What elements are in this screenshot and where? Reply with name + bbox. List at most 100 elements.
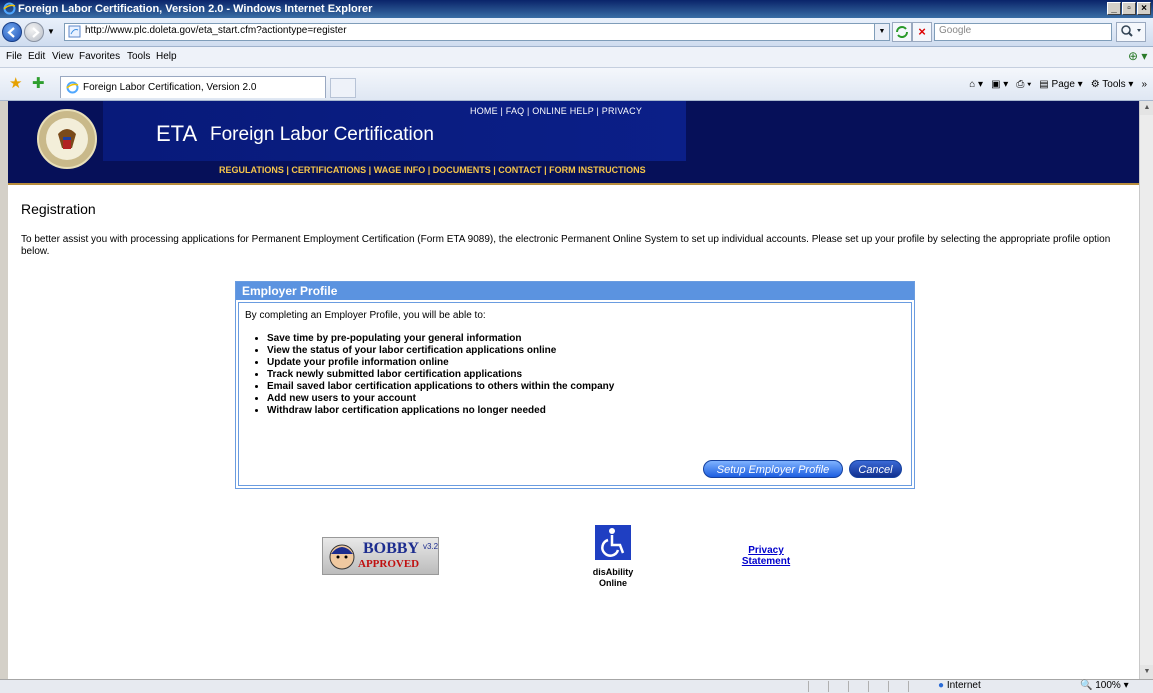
panel-body: By completing an Employer Profile, you w… — [238, 302, 912, 486]
scroll-up-arrow-icon[interactable]: ▲ — [1140, 101, 1153, 115]
address-dropdown[interactable]: ▼ — [874, 23, 890, 41]
status-segment — [808, 681, 827, 692]
disability-line1: disAbility — [592, 567, 634, 577]
site-header: ETA Foreign Labor Certification HOME | F… — [8, 101, 1139, 183]
benefits-list: Save time by pre-populating your general… — [247, 333, 614, 417]
stop-button[interactable]: × — [912, 22, 932, 42]
header-divider — [8, 183, 1139, 185]
globe-icon: ● — [938, 680, 945, 691]
top-nav-links[interactable]: HOME | FAQ | ONLINE HELP | PRIVACY — [470, 106, 642, 116]
menu-file[interactable]: File — [6, 51, 22, 62]
vertical-scrollbar[interactable]: ▲ ▼ — [1139, 101, 1153, 679]
search-input[interactable]: Google — [934, 23, 1112, 41]
command-bar: ⌂ ▾ ▣ ▾ ⎙ ▾ ▤ Page ▾ ⚙ Tools ▾ » — [969, 79, 1147, 90]
menu-edit[interactable]: Edit — [28, 51, 45, 62]
search-placeholder: Google — [939, 25, 972, 36]
page-menu-label: Page — [1051, 79, 1075, 90]
back-button[interactable] — [2, 22, 22, 42]
list-item: Withdraw labor certification application… — [267, 405, 614, 417]
home-icon[interactable]: ⌂ ▾ — [969, 79, 983, 90]
menu-help[interactable]: Help — [156, 51, 177, 62]
menu-tools[interactable]: Tools — [127, 51, 150, 62]
list-item: Update your profile information online — [267, 357, 614, 369]
bobby-approved-text: APPROVED — [358, 558, 420, 570]
zoom-control[interactable]: 🔍 100% ▾ — [1080, 680, 1129, 691]
status-segment — [848, 681, 867, 692]
disability-online-label[interactable]: disAbility Online — [583, 567, 643, 589]
employer-profile-panel: Employer Profile By completing an Employ… — [235, 281, 915, 489]
print-icon[interactable]: ⎙ ▾ — [1016, 79, 1031, 90]
refresh-icon — [896, 26, 908, 38]
intro-text: To better assist you with processing app… — [21, 234, 1111, 257]
tools-menu[interactable]: ⚙ Tools ▾ — [1091, 79, 1134, 90]
new-tab-button[interactable] — [330, 78, 356, 98]
address-url[interactable]: http://www.plc.doleta.gov/eta_start.cfm?… — [85, 25, 347, 36]
bobby-mascot-icon — [329, 544, 355, 570]
main-nav-links[interactable]: REGULATIONS | CERTIFICATIONS | WAGE INFO… — [219, 165, 646, 175]
page-menu[interactable]: ▤ Page ▾ — [1039, 79, 1082, 90]
page-icon — [68, 25, 81, 38]
list-item: View the status of your labor certificat… — [267, 345, 614, 357]
back-arrow-icon — [7, 27, 15, 38]
wheelchair-accessibility-icon[interactable] — [595, 525, 631, 560]
add-favorites-icon[interactable]: ✚ — [32, 74, 45, 92]
privacy-line2: Statement — [741, 556, 791, 567]
address-bar[interactable]: http://www.plc.doleta.gov/eta_start.cfm?… — [64, 23, 890, 41]
recent-pages-dropdown[interactable]: ▼ — [47, 27, 55, 36]
minimize-button[interactable]: _ — [1107, 2, 1121, 15]
disability-line2: Online — [598, 578, 627, 588]
page-content: ETA Foreign Labor Certification HOME | F… — [8, 101, 1139, 679]
site-title: Foreign Labor Certification — [210, 124, 434, 145]
tab-bar: ★ ✚ Foreign Labor Certification, Version… — [0, 68, 1153, 101]
forward-arrow-icon — [32, 27, 40, 38]
tools-menu-label: Tools — [1102, 79, 1126, 90]
address-toolbar: ▼ http://www.plc.doleta.gov/eta_start.cf… — [0, 18, 1153, 47]
scroll-down-arrow-icon[interactable]: ▼ — [1140, 665, 1153, 679]
privacy-line1: Privacy — [748, 545, 784, 556]
feeds-icon[interactable]: ▣ ▾ — [991, 79, 1008, 90]
department-seal-icon — [37, 109, 97, 169]
menu-favorites[interactable]: Favorites — [79, 51, 120, 62]
panel-header: Employer Profile — [236, 282, 914, 300]
status-segment — [828, 681, 847, 692]
search-button[interactable] — [1116, 22, 1146, 42]
panel-title: Employer Profile — [242, 284, 338, 298]
list-item: Save time by pre-populating your general… — [267, 333, 614, 345]
search-icon — [1121, 25, 1141, 37]
tab-label: Foreign Labor Certification, Version 2.0 — [83, 82, 257, 93]
ie-page-icon — [66, 81, 79, 94]
maximize-button[interactable]: ▫ — [1122, 2, 1136, 15]
list-item: Track newly submitted labor certificatio… — [267, 369, 614, 381]
privacy-statement-link[interactable]: Privacy Statement — [726, 545, 806, 567]
setup-employer-profile-button[interactable]: Setup Employer Profile — [703, 460, 843, 478]
security-zone[interactable]: ● Internet — [938, 680, 981, 691]
list-item: Add new users to your account — [267, 393, 614, 405]
zoom-level: 100% — [1095, 680, 1121, 691]
site-eta: ETA — [156, 121, 198, 146]
chevron-more-icon[interactable]: » — [1141, 79, 1147, 90]
menu-view[interactable]: View — [52, 51, 74, 62]
close-button[interactable]: × — [1137, 2, 1151, 15]
favorites-star-icon[interactable]: ★ — [9, 74, 22, 92]
window-title: Foreign Labor Certification, Version 2.0… — [18, 3, 373, 15]
cancel-button[interactable]: Cancel — [849, 460, 902, 478]
menu-bar: File Edit View Favorites Tools Help ⊕ ▾ — [0, 47, 1153, 68]
refresh-button[interactable] — [892, 22, 912, 42]
status-segment — [908, 681, 927, 692]
tab-foreign-labor-certification[interactable]: Foreign Labor Certification, Version 2.0 — [60, 76, 326, 98]
forward-button[interactable] — [24, 22, 44, 42]
bobby-version: v3.2 — [423, 542, 439, 551]
status-bar: ● Internet 🔍 100% ▾ — [0, 679, 1153, 693]
bobby-approved-badge[interactable]: BOBBY v3.2 APPROVED — [322, 537, 439, 575]
status-segment — [888, 681, 907, 692]
zone-label: Internet — [946, 680, 981, 691]
status-segment — [868, 681, 887, 692]
page-title: Registration — [21, 201, 96, 217]
ie-logo-icon — [3, 2, 16, 15]
toolbar-addon-icon[interactable]: ⊕ ▾ — [1128, 49, 1147, 63]
panel-lead: By completing an Employer Profile, you w… — [245, 310, 486, 321]
bobby-title: BOBBY — [363, 540, 420, 557]
zoom-icon: 🔍 — [1080, 680, 1093, 691]
window-titlebar: Foreign Labor Certification, Version 2.0… — [0, 0, 1153, 18]
list-item: Email saved labor certification applicat… — [267, 381, 614, 393]
